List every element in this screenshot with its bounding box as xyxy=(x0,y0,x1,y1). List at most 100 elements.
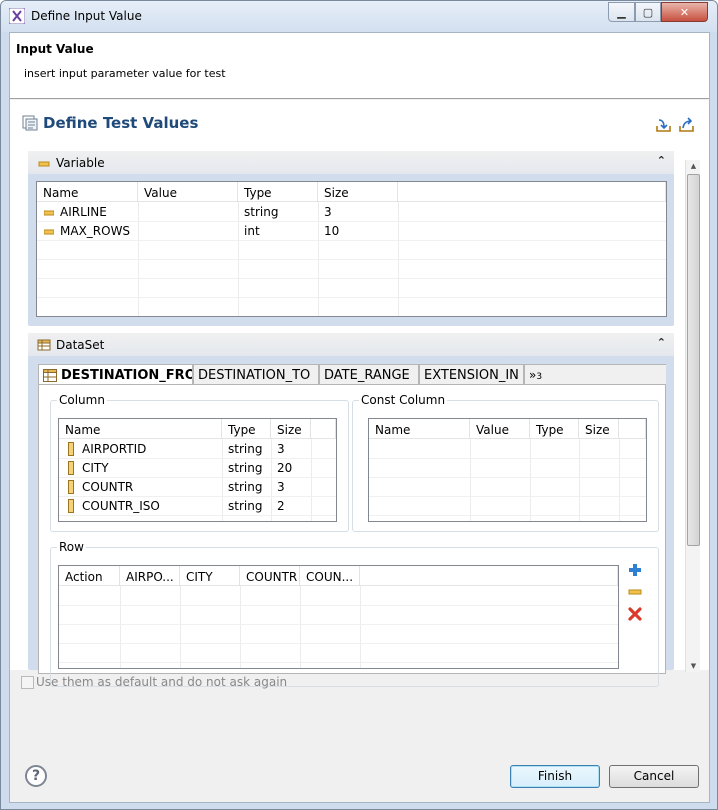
remove-row-icon[interactable] xyxy=(628,585,642,599)
window-title: Define Input Value xyxy=(31,9,142,23)
column-type: string xyxy=(228,442,263,456)
column-group-label: Column xyxy=(57,393,107,407)
dataset-tab-body: Column Name Type Size AIRPORTID string 3 xyxy=(38,384,666,687)
variable-col-type[interactable]: Type xyxy=(238,182,318,202)
title-bar: Define Input Value ▁ ▢ ✕ xyxy=(1,1,717,32)
maximize-button[interactable]: ▢ xyxy=(635,2,661,22)
row-col-countr-iso[interactable]: COUN... xyxy=(300,566,360,586)
tab-label: DATE_RANGE xyxy=(324,368,410,383)
tab-label: DESTINATION_FROM xyxy=(61,368,192,383)
variable-icon xyxy=(44,210,54,216)
row-table: Action AIRPO... CITY COUNTR COUN... xyxy=(58,565,619,669)
col-divider xyxy=(579,439,580,521)
column-col-type[interactable]: Type xyxy=(222,419,271,439)
delete-row-icon[interactable] xyxy=(628,607,642,621)
const-col-value[interactable]: Value xyxy=(470,419,530,439)
scroll-thumb[interactable] xyxy=(687,174,700,546)
variable-table: Name Value Type Size AIRLINE string 3 MA… xyxy=(36,181,667,317)
app-icon xyxy=(9,8,25,24)
test-values-icon xyxy=(22,115,38,131)
close-button[interactable]: ✕ xyxy=(661,2,708,22)
variable-col-value[interactable]: Value xyxy=(138,182,238,202)
help-button[interactable]: ? xyxy=(25,765,47,787)
dataset-tabs: DESTINATION_FROM DESTINATION_TO DATE_RAN… xyxy=(38,364,666,386)
col-divider xyxy=(619,439,620,521)
tab-label: DESTINATION_TO xyxy=(198,368,311,383)
const-col-size[interactable]: Size xyxy=(579,419,619,439)
row-divider xyxy=(369,515,646,516)
column-size: 3 xyxy=(277,480,285,494)
row-divider xyxy=(37,259,666,260)
row-divider xyxy=(59,515,336,516)
vertical-scrollbar[interactable]: ▲ ▼ xyxy=(685,160,700,672)
variable-col-size[interactable]: Size xyxy=(318,182,398,202)
scroll-down-icon[interactable]: ▼ xyxy=(686,660,701,672)
column-icon xyxy=(68,461,74,475)
finish-button[interactable]: Finish xyxy=(510,765,600,788)
column-col-filler xyxy=(311,419,336,439)
const-col-filler xyxy=(619,419,646,439)
tab-overflow[interactable]: »3 xyxy=(524,364,666,385)
variable-section-title: Variable xyxy=(56,156,105,170)
row-divider xyxy=(59,624,618,625)
column-name: COUNTR_ISO xyxy=(82,499,160,513)
variable-name: AIRLINE xyxy=(60,205,107,219)
row-divider xyxy=(37,221,666,222)
add-row-icon[interactable] xyxy=(628,563,642,577)
variable-name: MAX_ROWS xyxy=(60,224,131,238)
column-col-size[interactable]: Size xyxy=(271,419,311,439)
tab-destination-to[interactable]: DESTINATION_TO xyxy=(193,364,319,385)
row-col-city[interactable]: CITY xyxy=(180,566,240,586)
col-divider xyxy=(300,586,301,668)
import-icon[interactable] xyxy=(655,117,672,133)
column-type: string xyxy=(228,461,263,475)
scroll-up-icon[interactable]: ▲ xyxy=(686,160,701,172)
row-divider xyxy=(369,477,646,478)
column-name: AIRPORTID xyxy=(82,442,147,456)
column-col-name[interactable]: Name xyxy=(59,419,222,439)
row-col-airportid[interactable]: AIRPO... xyxy=(120,566,180,586)
variable-section-header[interactable]: Variable ⌃ xyxy=(28,151,674,174)
variable-size: 3 xyxy=(324,205,332,219)
const-col-type[interactable]: Type xyxy=(530,419,579,439)
collapse-icon[interactable]: ⌃ xyxy=(657,336,666,349)
variable-value[interactable] xyxy=(138,202,144,221)
col-divider xyxy=(530,439,531,521)
const-col-name[interactable]: Name xyxy=(369,419,470,439)
row-divider xyxy=(369,458,646,459)
dataset-section-header[interactable]: DataSet ⌃ xyxy=(28,333,674,356)
row-divider xyxy=(59,662,618,663)
export-icon[interactable] xyxy=(678,117,695,133)
maximize-icon: ▢ xyxy=(642,5,654,19)
dataset-icon xyxy=(37,339,51,351)
column-size: 2 xyxy=(277,499,285,513)
collapse-icon[interactable]: ⌃ xyxy=(657,154,666,167)
row-divider xyxy=(37,278,666,279)
col-divider xyxy=(240,586,241,668)
default-checkbox-label: Use them as default and do not ask again xyxy=(36,675,288,689)
tab-label: EXTENSION_IN xyxy=(424,368,519,383)
default-checkbox[interactable] xyxy=(21,676,34,689)
header-description: insert input parameter value for test xyxy=(24,67,226,80)
row-divider xyxy=(37,297,666,298)
cancel-button[interactable]: Cancel xyxy=(609,765,699,788)
variable-value[interactable] xyxy=(138,221,144,240)
form-title: Define Test Values xyxy=(43,114,199,132)
variable-col-name[interactable]: Name xyxy=(37,182,138,202)
row-divider xyxy=(369,496,646,497)
column-icon xyxy=(68,480,74,494)
column-size: 3 xyxy=(277,442,285,456)
column-type: string xyxy=(228,480,263,494)
const-column-group: Const Column Name Value Type Size xyxy=(352,393,659,532)
dialog-header: Input Value insert input parameter value… xyxy=(10,33,709,99)
col-divider xyxy=(180,586,181,668)
minimize-button[interactable]: ▁ xyxy=(608,2,635,22)
tab-destination-from[interactable]: DESTINATION_FROM xyxy=(38,364,193,386)
tab-extension-in[interactable]: EXTENSION_IN xyxy=(419,364,524,385)
row-col-action[interactable]: Action xyxy=(59,566,120,586)
minimize-icon: ▁ xyxy=(617,5,626,19)
row-col-countr[interactable]: COUNTR xyxy=(240,566,300,586)
tab-date-range[interactable]: DATE_RANGE xyxy=(319,364,419,385)
column-icon xyxy=(68,499,74,513)
header-title: Input Value xyxy=(16,42,94,56)
